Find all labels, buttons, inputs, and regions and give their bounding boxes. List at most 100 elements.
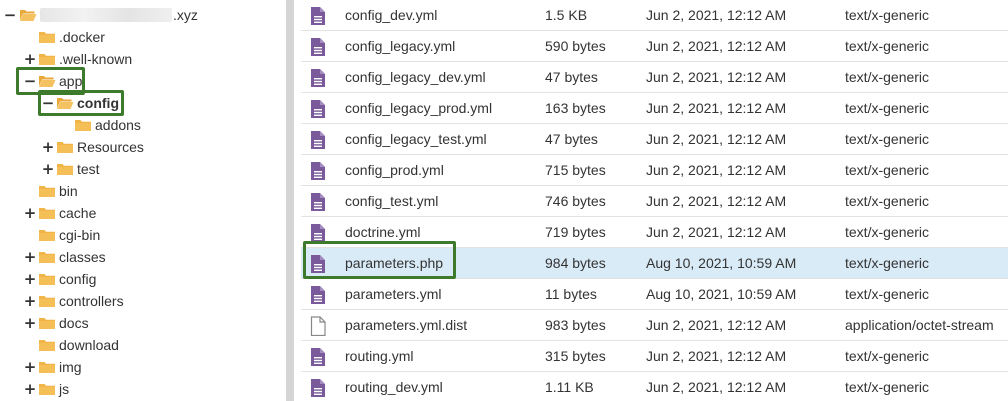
text-file-icon (311, 255, 325, 273)
expand-toggle[interactable]: + (24, 268, 37, 290)
tree-node-docs[interactable]: + docs (24, 312, 89, 334)
tree-node-config[interactable]: − config (42, 92, 119, 114)
expand-toggle[interactable]: + (24, 48, 37, 70)
file-row[interactable]: doctrine.yml 719 bytes Jun 2, 2021, 12:12 … (301, 217, 1008, 248)
tree-node-resources[interactable]: + Resources (42, 136, 144, 158)
expand-toggle[interactable]: + (42, 158, 55, 180)
expand-toggle[interactable]: + (24, 312, 37, 334)
toggle-spacer (24, 224, 36, 246)
file-modified-date: Jun 2, 2021, 12:12 AM (646, 162, 787, 178)
expand-toggle[interactable]: + (24, 290, 37, 312)
file-name[interactable]: config_legacy_prod.yml (345, 93, 492, 124)
tree-node-well-known[interactable]: + .well-known (24, 48, 132, 70)
tree-node-label: app (59, 73, 83, 89)
file-row[interactable]: parameters.php 984 bytes Aug 10, 2021, 10:… (301, 248, 1008, 279)
toggle-spacer (24, 26, 36, 48)
file-size: 746 bytes (545, 193, 606, 209)
expand-toggle[interactable]: + (24, 246, 37, 268)
file-row[interactable]: routing.yml 315 bytes Jun 2, 2021, 12:12 A… (301, 341, 1008, 372)
tree-node-config[interactable]: + config (24, 268, 97, 290)
tree-node-root[interactable]: − .xyz (4, 4, 198, 26)
file-name[interactable]: config_prod.yml (345, 155, 444, 186)
directory-tree: − .xyz .docker + .well-known − app − config add… (0, 0, 284, 401)
file-size: 47 bytes (545, 131, 598, 147)
toggle-spacer (60, 114, 72, 136)
file-mime-type: text/x-generic (845, 69, 930, 85)
text-file-icon (311, 100, 325, 118)
file-mime-type: application/octet-stream (845, 317, 994, 333)
expand-toggle[interactable]: + (24, 202, 37, 224)
tree-node-img[interactable]: + img (24, 356, 82, 378)
tree-node-label: cgi-bin (59, 227, 101, 243)
tree-node-cache[interactable]: + cache (24, 202, 97, 224)
tree-node-label: controllers (59, 293, 124, 309)
folder-icon (39, 384, 55, 395)
file-size: 984 bytes (545, 255, 606, 271)
expand-toggle[interactable]: + (24, 378, 37, 400)
file-size: 315 bytes (545, 348, 606, 364)
file-name[interactable]: routing_dev.yml (345, 372, 443, 401)
file-mime-type: text/x-generic (845, 193, 930, 209)
tree-node-label: download (59, 337, 119, 353)
file-size: 47 bytes (545, 69, 598, 85)
text-file-icon (311, 69, 325, 87)
file-mime-type: text/x-generic (845, 379, 930, 395)
file-modified-date: Jun 2, 2021, 12:12 AM (646, 224, 787, 240)
folder-icon (39, 340, 55, 351)
file-name[interactable]: doctrine.yml (345, 217, 420, 248)
file-name[interactable]: parameters.yml (345, 279, 441, 310)
tree-node-cgi-bin[interactable]: cgi-bin (24, 224, 100, 246)
tree-node-js[interactable]: + js (24, 378, 69, 400)
tree-node-bin[interactable]: bin (24, 180, 78, 202)
file-name[interactable]: config_dev.yml (345, 0, 437, 31)
tree-node-classes[interactable]: + classes (24, 246, 106, 268)
expand-toggle[interactable]: + (42, 136, 55, 158)
tree-node-app[interactable]: − app (24, 70, 83, 92)
file-size: 590 bytes (545, 38, 606, 54)
folder-icon (39, 208, 55, 219)
file-name[interactable]: parameters.php (345, 248, 443, 279)
panel-splitter[interactable] (284, 0, 301, 401)
file-size: 1.11 KB (545, 379, 594, 395)
tree-node-label: config (77, 95, 119, 111)
file-row[interactable]: config_legacy.yml 590 bytes Jun 2, 2021, 1… (301, 31, 1008, 62)
redacted-domain (40, 8, 172, 22)
toggle-spacer (24, 334, 36, 356)
tree-node-controllers[interactable]: + controllers (24, 290, 124, 312)
collapse-toggle[interactable]: − (42, 92, 55, 114)
file-size: 983 bytes (545, 317, 606, 333)
file-row[interactable]: config_test.yml 746 bytes Jun 2, 2021, 12:… (301, 186, 1008, 217)
file-row[interactable]: parameters.yml.dist 983 bytes Jun 2, 2021,… (301, 310, 1008, 341)
tree-node-docker[interactable]: .docker (24, 26, 105, 48)
file-name[interactable]: config_legacy_dev.yml (345, 62, 486, 93)
tree-node-download[interactable]: download (24, 334, 119, 356)
text-file-icon (311, 162, 325, 180)
file-row[interactable]: config_legacy_prod.yml 163 bytes Jun 2, 20… (301, 93, 1008, 124)
file-modified-date: Jun 2, 2021, 12:12 AM (646, 100, 787, 116)
file-row[interactable]: routing_dev.yml 1.11 KB Jun 2, 2021, 12:12… (301, 372, 1008, 401)
file-mime-type: text/x-generic (845, 348, 930, 364)
file-row[interactable]: parameters.yml 11 bytes Aug 10, 2021, 10:5… (301, 279, 1008, 310)
folder-icon (75, 120, 91, 131)
text-file-icon (311, 348, 325, 366)
expand-toggle[interactable]: + (24, 356, 37, 378)
collapse-toggle[interactable]: − (4, 4, 17, 26)
tree-node-label: .docker (59, 29, 105, 45)
file-name[interactable]: config_legacy_test.yml (345, 124, 487, 155)
file-row[interactable]: config_legacy_test.yml 47 bytes Jun 2, 202… (301, 124, 1008, 155)
text-file-icon (311, 7, 325, 25)
tree-node-test[interactable]: + test (42, 158, 100, 180)
file-name[interactable]: parameters.yml.dist (345, 310, 467, 341)
collapse-toggle[interactable]: − (24, 70, 37, 92)
file-name[interactable]: routing.yml (345, 341, 413, 372)
file-row[interactable]: config_legacy_dev.yml 47 bytes Jun 2, 2021… (301, 62, 1008, 93)
file-name[interactable]: config_test.yml (345, 186, 438, 217)
blank-file-icon (310, 316, 326, 336)
file-name[interactable]: config_legacy.yml (345, 31, 455, 62)
file-row[interactable]: config_prod.yml 715 bytes Jun 2, 2021, 12:… (301, 155, 1008, 186)
file-row[interactable]: config_dev.yml 1.5 KB Jun 2, 2021, 12:12 A… (301, 0, 1008, 31)
tree-node-addons[interactable]: addons (60, 114, 141, 136)
tree-node-label: test (77, 161, 100, 177)
splitter-handle[interactable] (286, 0, 294, 401)
file-modified-date: Jun 2, 2021, 12:12 AM (646, 193, 787, 209)
